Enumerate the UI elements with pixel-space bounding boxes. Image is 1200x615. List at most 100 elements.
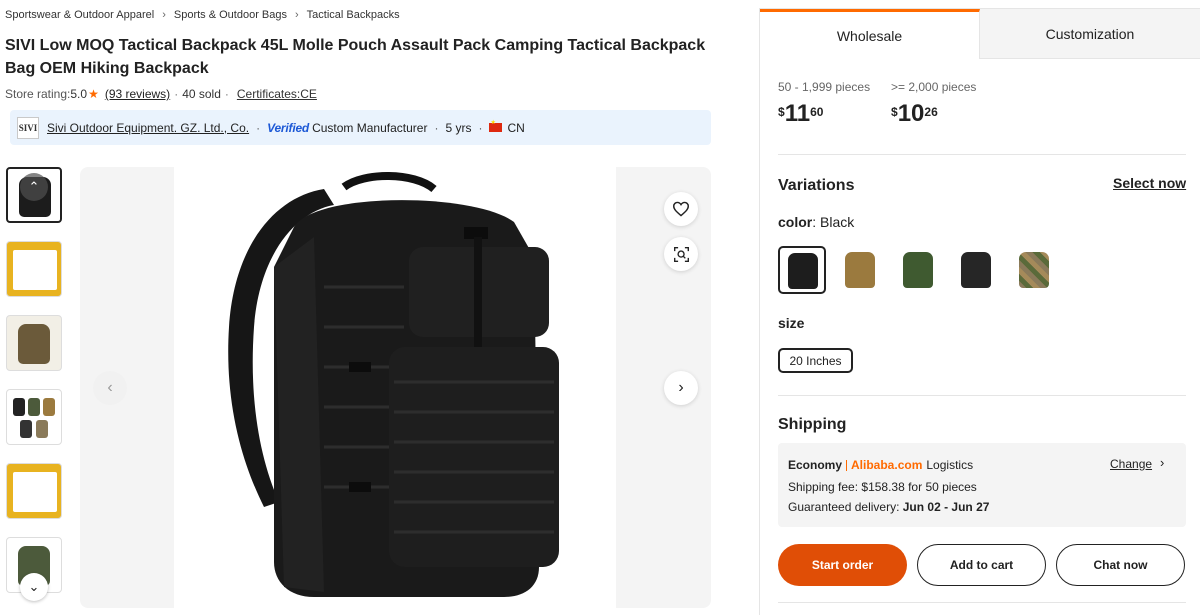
compression-strap — [474, 237, 482, 347]
swatch-image — [903, 252, 933, 288]
color-swatch-tan[interactable] — [836, 246, 884, 294]
divider — [778, 395, 1186, 396]
supplier-logo[interactable]: SIVI — [17, 116, 39, 139]
price-currency: $ — [778, 105, 785, 119]
color-grid-thumbnail-image — [20, 420, 32, 438]
backpack-lower-pouch — [389, 347, 559, 567]
price-tiers: 50 - 1,999 pieces $ 11 60 >= 2,000 piece… — [778, 80, 1004, 126]
color-label-key: color — [778, 214, 813, 230]
infographic-thumbnail-image — [13, 250, 57, 290]
scan-search-icon — [673, 246, 689, 262]
color-grid-thumbnail-image — [43, 398, 55, 416]
color-swatch-camo[interactable] — [1010, 246, 1058, 294]
price-decimal: 60 — [810, 105, 824, 119]
rating-row: Store rating: 5.0 ★ (93 reviews) · 40 so… — [5, 87, 317, 101]
china-flag-icon — [489, 119, 503, 132]
delivery-dates: Jun 02 - Jun 27 — [902, 500, 990, 514]
chevron-up-icon[interactable]: ⌃ — [20, 173, 48, 201]
tier-range: >= 2,000 pieces — [891, 80, 977, 94]
verified-badge[interactable]: Verified — [267, 121, 309, 135]
color-grid-thumbnail-image — [28, 398, 40, 416]
breadcrumb-item[interactable]: Sports & Outdoor Bags — [174, 9, 287, 21]
change-shipping-link[interactable]: Change — [1110, 457, 1152, 471]
store-rating-value: 5.0 — [70, 87, 88, 101]
backpack-thumbnail-image — [18, 324, 50, 364]
shipping-method-name: Economy — [788, 458, 843, 472]
main-product-image[interactable] — [80, 167, 711, 608]
shipping-fee: Shipping fee: $158.38 for 50 pieces — [788, 480, 977, 494]
color-swatches — [778, 246, 1068, 294]
certificates-link[interactable]: Certificates:CE — [237, 87, 317, 101]
shipping-box: Economy Alibaba.com Logistics Change › S… — [778, 443, 1186, 527]
backpack-buckle — [349, 482, 371, 492]
chevron-down-icon[interactable]: ⌄ — [20, 573, 48, 601]
price-integer: 10 — [897, 100, 925, 127]
separator-dot: · — [256, 120, 261, 135]
chat-now-button[interactable]: Chat now — [1056, 544, 1185, 586]
guaranteed-delivery: Guaranteed delivery: Jun 02 - Jun 27 — [788, 500, 989, 514]
tab-wholesale[interactable]: Wholesale — [760, 9, 980, 59]
separator-dot: · — [434, 120, 439, 135]
select-now-link[interactable]: Select now — [1113, 175, 1186, 191]
separator-bar — [846, 459, 848, 471]
sold-count: 40 sold — [182, 87, 221, 101]
backpack-buckle — [349, 362, 371, 372]
heart-icon — [672, 201, 690, 217]
breadcrumb-item[interactable]: Sportswear & Outdoor Apparel — [5, 9, 154, 21]
tier-range: 50 - 1,999 pieces — [778, 80, 871, 94]
color-swatch-black-2[interactable] — [952, 246, 1000, 294]
start-order-button[interactable]: Start order — [778, 544, 907, 586]
backpack-image — [228, 172, 559, 597]
swatch-image — [1019, 252, 1049, 288]
next-image-button[interactable]: › — [664, 371, 698, 405]
thumbnail[interactable] — [6, 389, 62, 445]
backpack-handle — [341, 172, 437, 193]
tier-price: $ 11 60 — [778, 102, 891, 126]
alibaba-logo: Alibaba.com — [851, 458, 923, 472]
color-swatch-green[interactable] — [894, 246, 942, 294]
size-label: size — [778, 315, 805, 331]
breadcrumb: Sportswear & Outdoor Apparel › Sports & … — [5, 9, 400, 21]
breadcrumb-item[interactable]: Tactical Backpacks — [307, 9, 400, 21]
thumbnail-list — [6, 167, 62, 611]
price-decimal: 26 — [924, 105, 938, 119]
image-canvas — [174, 167, 616, 608]
divider — [778, 154, 1186, 155]
variations-title: Variations — [778, 177, 855, 194]
thumbnail[interactable] — [6, 315, 62, 371]
size-option[interactable]: 20 Inches — [778, 348, 853, 373]
pricing-tabs: Wholesale Customization — [760, 9, 1200, 59]
color-swatch-black[interactable] — [778, 246, 826, 294]
divider — [778, 602, 1186, 603]
thumbnail[interactable] — [6, 241, 62, 297]
separator-dot: · — [478, 120, 483, 135]
tier-price: $ 10 26 — [891, 102, 1004, 126]
reviews-link[interactable]: (93 reviews) — [105, 87, 170, 101]
delivery-label: Guaranteed delivery: — [788, 500, 903, 514]
chevron-right-icon[interactable]: › — [1160, 455, 1164, 470]
star-icon: ★ — [88, 87, 99, 101]
purchase-panel: Wholesale Customization 50 - 1,999 piece… — [759, 8, 1200, 615]
image-search-button[interactable] — [664, 237, 698, 271]
separator-dot: · — [224, 87, 229, 101]
store-rating-label: Store rating: — [5, 87, 71, 101]
tab-customization[interactable]: Customization — [980, 9, 1200, 59]
carrier-suffix: Logistics — [926, 458, 974, 472]
thumbnail[interactable] — [6, 463, 62, 519]
supplier-name-link[interactable]: Sivi Outdoor Equipment. GZ. Ltd., Co. — [47, 121, 249, 135]
favorite-button[interactable] — [664, 192, 698, 226]
price-tier: >= 2,000 pieces $ 10 26 — [891, 80, 1004, 126]
swatch-image — [961, 252, 991, 288]
product-title: SIVI Low MOQ Tactical Backpack 45L Molle… — [5, 37, 706, 77]
chevron-right-icon: › — [295, 9, 299, 21]
supplier-years: 5 yrs — [445, 120, 472, 135]
separator-dot: · — [174, 87, 179, 101]
supplier-bar: SIVI Sivi Outdoor Equipment. GZ. Ltd., C… — [10, 110, 711, 145]
supplier-country: CN — [507, 120, 525, 135]
swatch-image — [845, 252, 875, 288]
supplier-type: Custom Manufacturer — [312, 120, 428, 135]
add-to-cart-button[interactable]: Add to cart — [917, 544, 1046, 586]
infographic-thumbnail-image — [13, 472, 57, 512]
previous-image-button[interactable]: ‹ — [93, 371, 127, 405]
shipping-title: Shipping — [778, 416, 847, 433]
